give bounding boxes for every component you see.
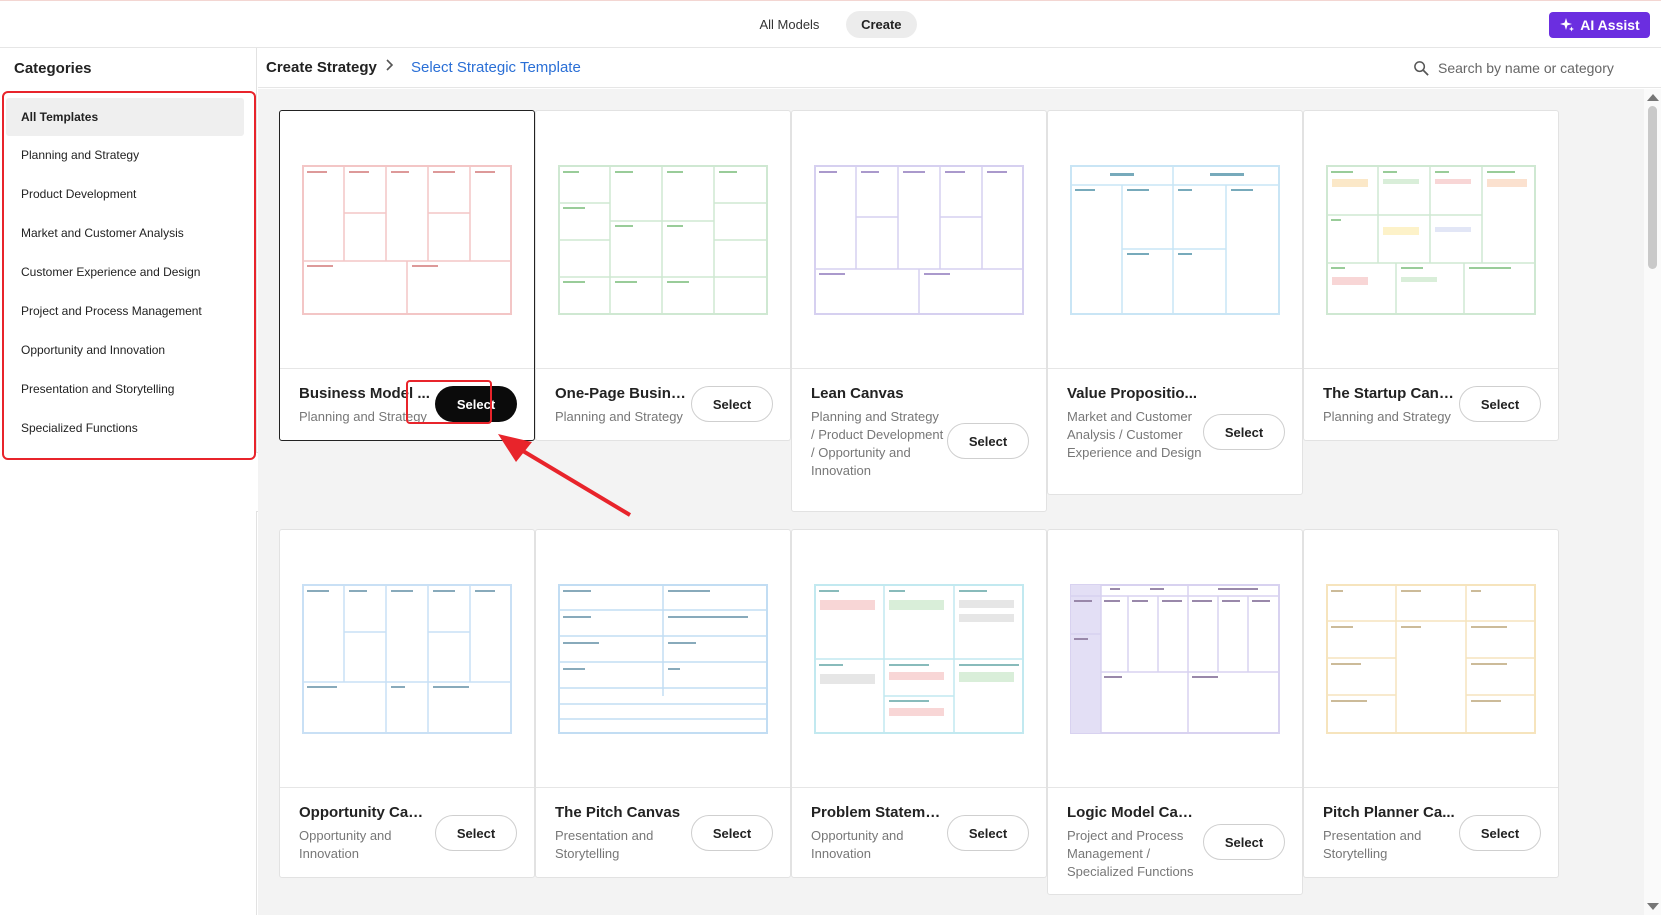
select-button[interactable]: Select [1203,824,1285,860]
template-category: Presentation and Storytelling [555,828,654,861]
template-thumbnail [1304,111,1558,369]
tab-create[interactable]: Create [846,11,917,38]
select-button[interactable]: Select [1459,815,1541,851]
select-button[interactable]: Select [1203,414,1285,450]
select-button[interactable]: Select [947,815,1029,851]
template-thumbnail [1304,530,1558,788]
scroll-down-arrow-icon[interactable] [1647,903,1659,910]
scroll-up-arrow-icon[interactable] [1647,94,1659,101]
sidebar-item-market-customer-analysis[interactable]: Market and Customer Analysis [6,214,244,252]
template-category: Market and Customer Analysis / Customer … [1067,409,1202,460]
template-thumbnail [280,111,534,369]
template-thumbnail [792,530,1046,788]
template-grid: Business Model ... Planning and Strategy… [258,89,1644,915]
sidebar-item-all-templates[interactable]: All Templates [6,98,244,136]
template-category: Project and Process Management / Special… [1067,828,1194,879]
template-thumbnail [792,111,1046,369]
search-input[interactable] [1438,60,1638,76]
sidebar-item-product-development[interactable]: Product Development [6,175,244,213]
template-title: Problem Stateme... [811,804,943,821]
sidebar-item-opportunity-innovation[interactable]: Opportunity and Innovation [6,331,244,369]
template-title: One-Page Busine... [555,385,687,402]
template-thumbnail [536,530,790,788]
select-button[interactable]: Select [435,815,517,851]
breadcrumb-create-strategy[interactable]: Create Strategy [266,59,377,76]
template-thumbnail [536,111,790,369]
template-category: Opportunity and Innovation [811,828,904,861]
sidebar-item-project-process-management[interactable]: Project and Process Management [6,292,244,330]
template-card-pitch-planner-canvas[interactable]: Pitch Planner Ca... Presentation and Sto… [1303,529,1559,878]
template-category: Planning and Strategy [1323,409,1451,424]
template-thumbnail [1048,111,1302,369]
sidebar-title: Categories [14,60,92,77]
search-box[interactable] [1413,56,1641,80]
template-category: Opportunity and Innovation [299,828,392,861]
ai-assist-label: AI Assist [1580,17,1640,33]
sidebar-item-planning-strategy[interactable]: Planning and Strategy [6,136,244,174]
template-card-one-page-business-plan[interactable]: One-Page Busine... Planning and Strategy… [535,110,791,441]
select-button[interactable]: Select [1459,386,1541,422]
categories-sidebar: Categories All Templates Planning and St… [0,48,257,915]
template-card-logic-model-canvas[interactable]: Logic Model Can... Project and Process M… [1047,529,1303,895]
template-card-startup-canvas[interactable]: The Startup Canv... Planning and Strateg… [1303,110,1559,441]
vertical-scrollbar[interactable] [1644,89,1661,915]
template-title: Value Propositio... [1067,385,1198,402]
template-title: The Startup Canv... [1323,385,1455,402]
template-thumbnail [1048,530,1302,788]
chevron-right-icon [386,59,394,71]
template-thumbnail [280,530,534,788]
template-card-pitch-canvas[interactable]: The Pitch Canvas Presentation and Storyt… [535,529,791,878]
sidebar-item-specialized-functions[interactable]: Specialized Functions [6,409,244,447]
select-highlight-box [406,380,492,424]
template-card-problem-statement-canvas[interactable]: Problem Stateme... Opportunity and Innov… [791,529,1047,878]
select-button[interactable]: Select [947,423,1029,459]
template-title: The Pitch Canvas [555,804,681,821]
template-category: Planning and Strategy [555,409,683,424]
select-button[interactable]: Select [691,386,773,422]
template-category: Presentation and Storytelling [1323,828,1422,861]
top-nav: All Models Create [0,11,1661,38]
template-card-opportunity-canvas[interactable]: Opportunity Canv... Opportunity and Inno… [279,529,535,878]
scrollbar-thumb[interactable] [1648,106,1657,269]
template-title: Opportunity Canv... [299,804,431,821]
template-category: Planning and Strategy / Product Developm… [811,409,944,478]
select-button[interactable]: Select [691,815,773,851]
template-title: Pitch Planner Ca... [1323,804,1455,821]
template-title: Lean Canvas [811,385,904,402]
sidebar-item-presentation-storytelling[interactable]: Presentation and Storytelling [6,370,244,408]
sparkle-icon [1560,18,1575,32]
content-header: Create Strategy Select Strategic Templat… [258,48,1661,88]
ai-assist-button[interactable]: AI Assist [1549,12,1650,38]
search-icon [1414,60,1429,76]
breadcrumb-separator [385,58,395,77]
template-card-lean-canvas[interactable]: Lean Canvas Planning and Strategy / Prod… [791,110,1047,512]
template-title: Logic Model Can... [1067,804,1199,821]
breadcrumb-current: Select Strategic Template [411,59,581,76]
top-bar: All Models Create AI Assist [0,0,1661,48]
template-card-value-proposition-canvas[interactable]: Value Propositio... Market and Customer … [1047,110,1303,495]
sidebar-item-customer-experience-design[interactable]: Customer Experience and Design [6,253,244,291]
tab-all-models[interactable]: All Models [744,11,834,38]
